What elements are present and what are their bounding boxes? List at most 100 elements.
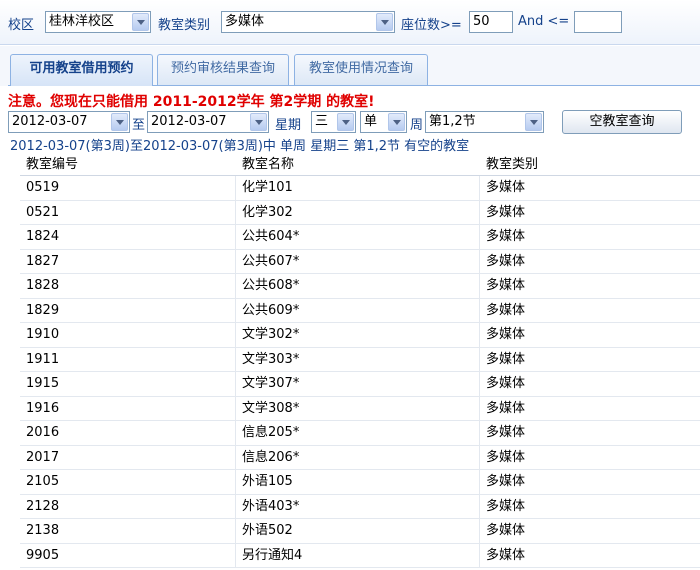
tab-review-results[interactable]: 预约审核结果查询: [157, 54, 289, 85]
room-type-cell: 多媒体: [486, 400, 526, 416]
room-type-cell: 多媒体: [486, 229, 526, 244]
room-id-cell: 2138: [26, 523, 60, 538]
room-name-cell: 外语502: [242, 523, 293, 538]
chevron-down-icon[interactable]: [250, 113, 267, 131]
to-label: 至: [132, 118, 146, 133]
room-name-cell: 信息205*: [242, 425, 300, 440]
room-id-cell: 2016: [26, 425, 60, 440]
header-room-type[interactable]: 教室类别: [486, 154, 538, 176]
weekday-select[interactable]: 三: [311, 111, 356, 133]
seats-max-label: And <=: [518, 14, 570, 29]
weekday-label: 星期: [275, 118, 302, 133]
end-date-select[interactable]: 2012-03-07: [147, 111, 269, 133]
chevron-down-icon[interactable]: [111, 113, 128, 131]
room-type-cell: 多媒体: [486, 523, 526, 538]
header-room-name[interactable]: 教室名称: [242, 154, 294, 176]
seats-min-input[interactable]: 50: [469, 11, 513, 33]
chevron-down-icon[interactable]: [337, 113, 354, 131]
room-type-cell: 多媒体: [486, 327, 526, 342]
room-type-select[interactable]: 多媒体: [221, 11, 395, 33]
campus-select[interactable]: 桂林洋校区: [45, 11, 151, 33]
table-row[interactable]: 1910 文学302* 多媒体: [20, 323, 700, 348]
tab-strip: 可用教室借用预约 预约审核结果查询 教室使用情况查询: [0, 46, 700, 86]
table-row[interactable]: 2128 外语403* 多媒体: [20, 495, 700, 519]
filter-bar: 校区 桂林洋校区 教室类别 多媒体 座位数>= 50 And <=: [0, 0, 700, 45]
chevron-down-icon[interactable]: [388, 113, 405, 131]
room-type-cell: 多媒体: [486, 449, 526, 465]
room-name-cell: 公共608*: [242, 278, 300, 293]
room-name-cell: 文学302*: [242, 327, 300, 342]
table-header: 教室编号 教室名称 教室类别: [20, 154, 700, 176]
chevron-down-icon[interactable]: [376, 13, 393, 31]
period-value: 第1,2节: [429, 114, 476, 129]
room-id-cell: 2128: [26, 498, 60, 514]
table-row[interactable]: 2016 信息205* 多媒体: [20, 421, 700, 446]
rooms-table: 教室编号 教室名称 教室类别 0519 化学101 多媒体 0521 化学302 多媒体 1…: [20, 154, 700, 568]
room-type-cell: 多媒体: [486, 351, 526, 367]
room-id-cell: 1910: [26, 327, 60, 342]
notice-text: 注意。您现在只能借用 2011-2012学年 第2学期 的教室!: [8, 94, 375, 110]
chevron-down-icon[interactable]: [525, 113, 542, 131]
room-id-cell: 0519: [26, 180, 60, 195]
room-type-cell: 多媒体: [486, 180, 526, 195]
room-id-cell: 1824: [26, 229, 60, 244]
room-name-cell: 文学307*: [242, 376, 300, 391]
period-select[interactable]: 第1,2节: [425, 111, 544, 133]
room-type-cell: 多媒体: [486, 204, 526, 220]
room-id-cell: 1828: [26, 278, 60, 293]
room-type-cell: 多媒体: [486, 498, 526, 514]
room-id-cell: 1827: [26, 253, 60, 269]
room-id-cell: 1829: [26, 302, 60, 318]
empty-room-search-button[interactable]: 空教室查询: [562, 110, 682, 134]
room-type-cell: 多媒体: [486, 253, 526, 269]
table-row[interactable]: 9905 另行通知4 多媒体: [20, 544, 700, 568]
end-date-value: 2012-03-07: [151, 114, 227, 129]
table-row[interactable]: 1829 公共609* 多媒体: [20, 299, 700, 323]
room-name-cell: 信息206*: [242, 449, 300, 465]
seats-min-label: 座位数>=: [401, 18, 462, 33]
chevron-down-icon[interactable]: [132, 13, 149, 31]
tab-usage-query[interactable]: 教室使用情况查询: [294, 54, 428, 85]
room-id-cell: 0521: [26, 204, 60, 220]
room-id-cell: 9905: [26, 547, 60, 563]
room-id-cell: 1916: [26, 400, 60, 416]
week-type-select[interactable]: 单: [360, 111, 407, 133]
seats-max-input[interactable]: [574, 11, 622, 33]
room-name-cell: 公共607*: [242, 253, 300, 269]
room-id-cell: 2105: [26, 474, 60, 489]
room-type-select-value: 多媒体: [225, 14, 265, 29]
table-row[interactable]: 1911 文学303* 多媒体: [20, 348, 700, 372]
table-row[interactable]: 1828 公共608* 多媒体: [20, 274, 700, 299]
table-row[interactable]: 0519 化学101 多媒体: [20, 176, 700, 201]
room-name-cell: 外语403*: [242, 498, 300, 514]
room-type-cell: 多媒体: [486, 547, 526, 563]
table-row[interactable]: 1824 公共604* 多媒体: [20, 225, 700, 250]
room-name-cell: 文学303*: [242, 351, 300, 367]
week-label: 周: [410, 118, 424, 133]
weekday-value: 三: [315, 114, 329, 129]
room-id-cell: 2017: [26, 449, 60, 465]
table-row[interactable]: 2017 信息206* 多媒体: [20, 446, 700, 470]
start-date-value: 2012-03-07: [12, 114, 88, 129]
header-room-id[interactable]: 教室编号: [26, 154, 78, 176]
room-name-cell: 文学308*: [242, 400, 300, 416]
campus-select-value: 桂林洋校区: [49, 14, 115, 29]
table-row[interactable]: 2138 外语502 多媒体: [20, 519, 700, 544]
table-row[interactable]: 2105 外语105 多媒体: [20, 470, 700, 495]
room-id-cell: 1915: [26, 376, 60, 391]
room-type-cell: 多媒体: [486, 302, 526, 318]
start-date-select[interactable]: 2012-03-07: [8, 111, 130, 133]
room-type-cell: 多媒体: [486, 474, 526, 489]
room-type-label: 教室类别: [158, 18, 211, 33]
table-row[interactable]: 1916 文学308* 多媒体: [20, 397, 700, 421]
room-name-cell: 公共604*: [242, 229, 300, 244]
room-name-cell: 另行通知4: [242, 547, 303, 563]
table-row[interactable]: 0521 化学302 多媒体: [20, 201, 700, 225]
campus-label: 校区: [8, 18, 35, 33]
room-type-cell: 多媒体: [486, 278, 526, 293]
room-type-cell: 多媒体: [486, 376, 526, 391]
room-name-cell: 外语105: [242, 474, 293, 489]
table-row[interactable]: 1827 公共607* 多媒体: [20, 250, 700, 274]
table-row[interactable]: 1915 文学307* 多媒体: [20, 372, 700, 397]
tab-available-rooms[interactable]: 可用教室借用预约: [10, 54, 153, 86]
